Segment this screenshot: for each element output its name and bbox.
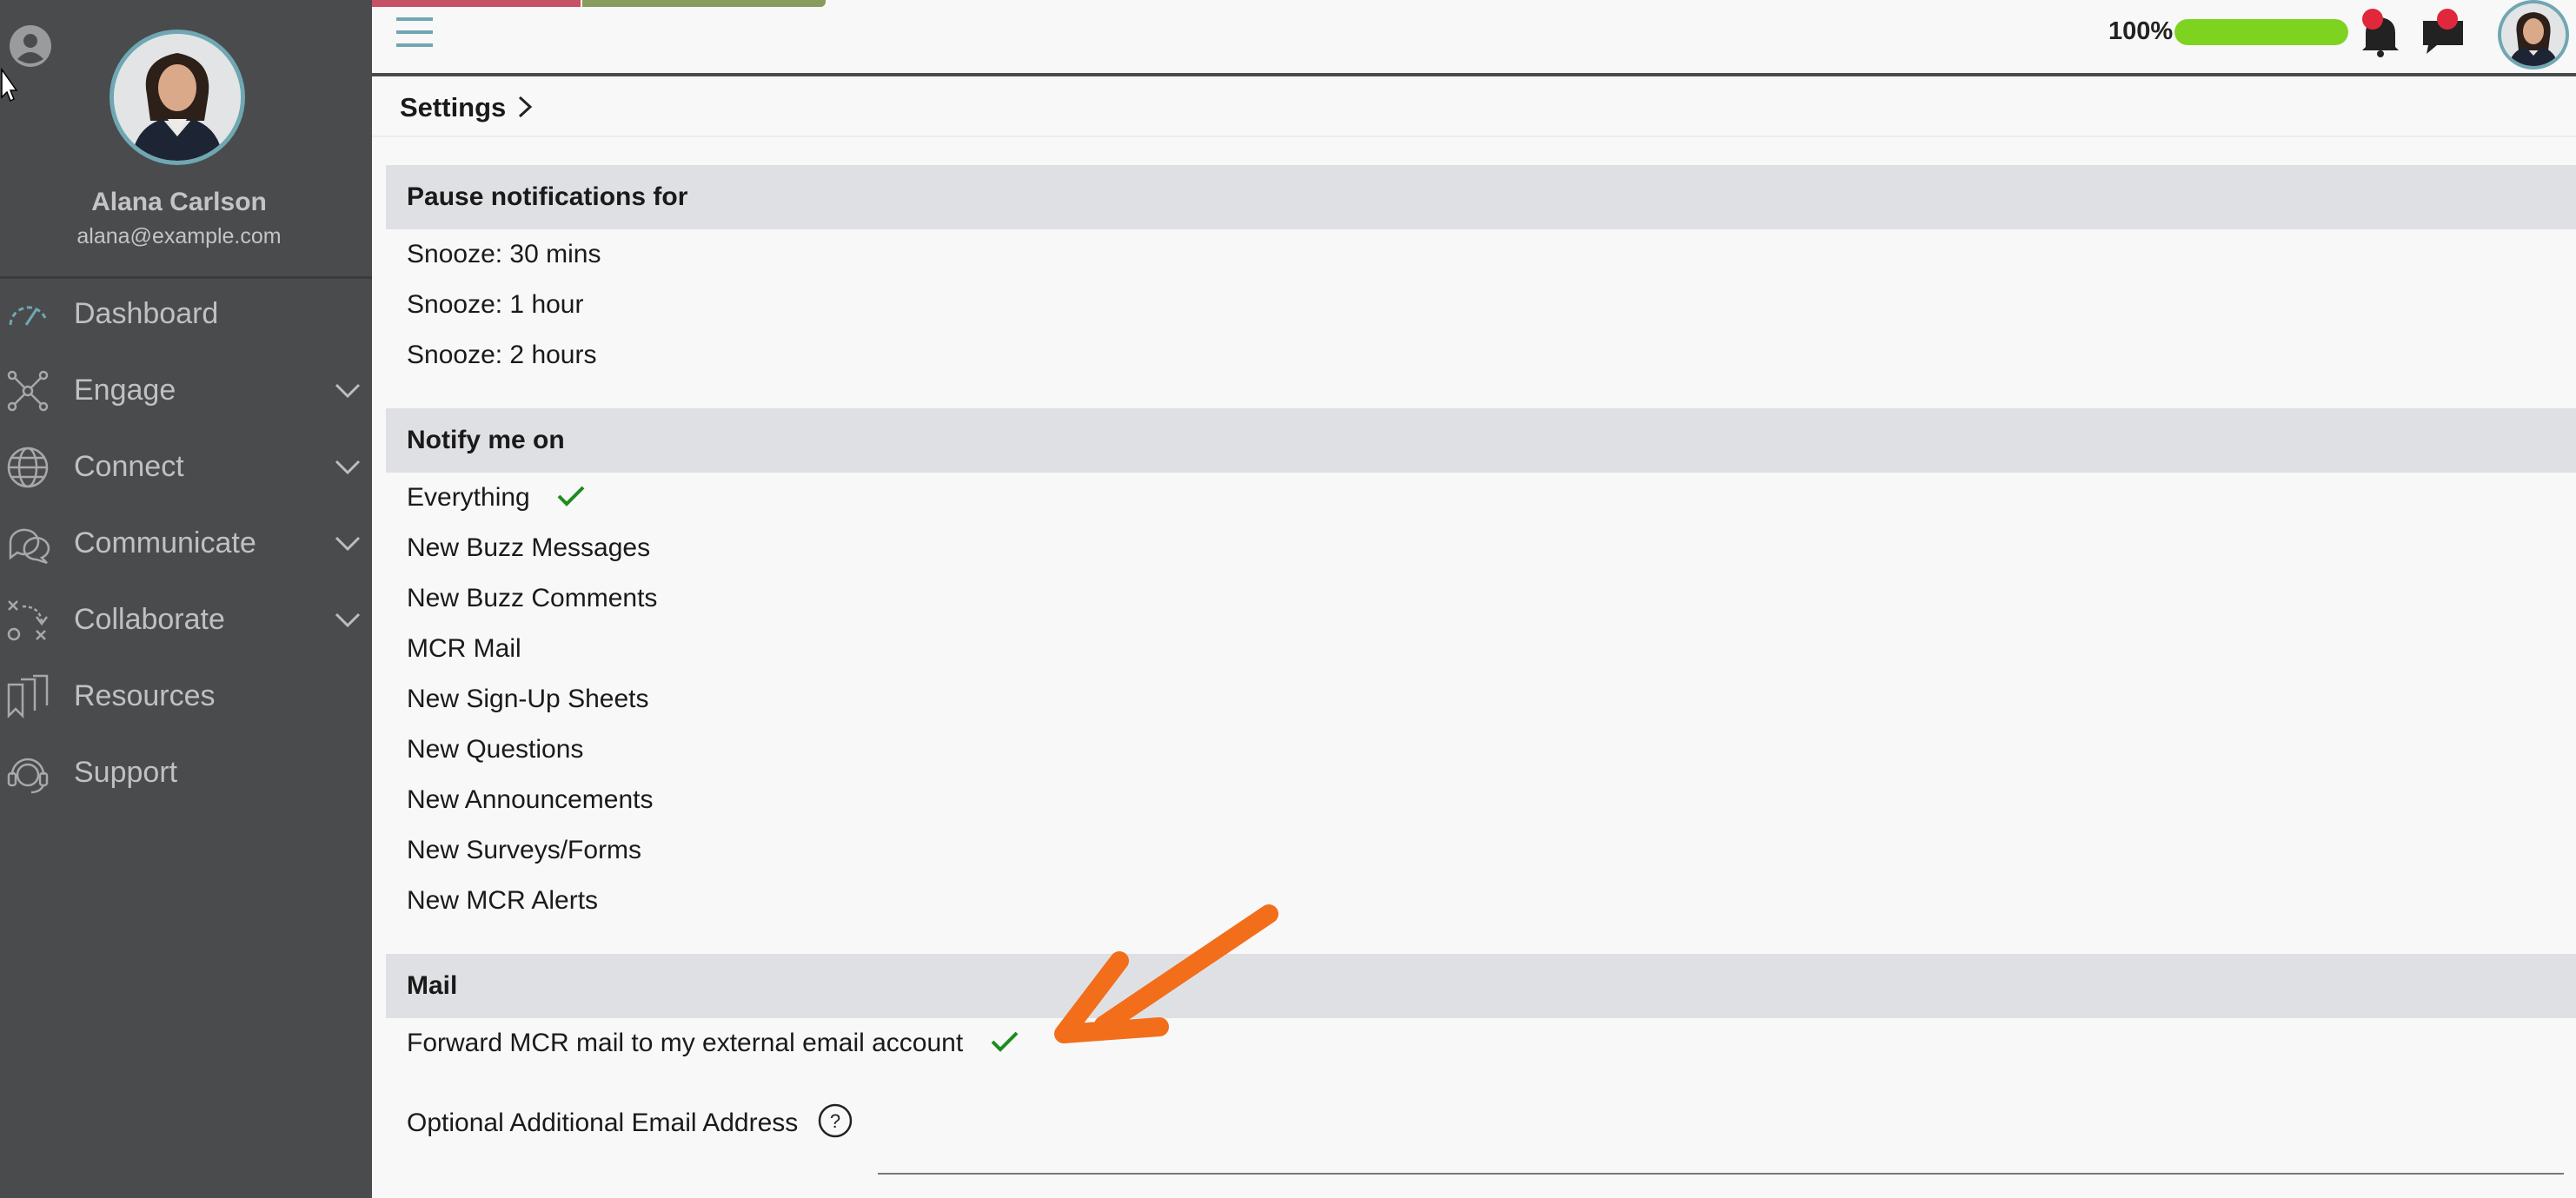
chevron-down-icon[interactable] bbox=[334, 610, 362, 631]
user-email: alana@example.com bbox=[76, 224, 282, 248]
bookmarks-icon bbox=[7, 674, 49, 719]
snooze-1-hour-option[interactable]: Snooze: 1 hour bbox=[407, 290, 583, 335]
checkmark-icon bbox=[991, 1031, 1018, 1052]
section-title: Mail bbox=[407, 971, 458, 1000]
globe-icon bbox=[7, 447, 49, 488]
section-header-notify: Notify me on bbox=[386, 408, 2576, 473]
notify-mcr-mail-option[interactable]: MCR Mail bbox=[407, 634, 521, 679]
user-circle-icon[interactable] bbox=[9, 24, 52, 68]
section-title: Notify me on bbox=[407, 426, 565, 454]
sidebar-item-collaborate[interactable]: Collaborate bbox=[0, 586, 372, 655]
breadcrumb-settings[interactable]: Settings bbox=[400, 92, 506, 123]
chevron-down-icon[interactable] bbox=[334, 457, 362, 478]
section-header-mail: Mail bbox=[386, 954, 2576, 1018]
option-label: Forward MCR mail to my external email ac… bbox=[407, 1029, 964, 1057]
sidebar-item-label: Dashboard bbox=[74, 297, 219, 330]
notifications-bell-icon[interactable] bbox=[2357, 7, 2404, 59]
user-avatar[interactable] bbox=[2498, 0, 2569, 69]
notify-buzz-messages-option[interactable]: New Buzz Messages bbox=[407, 533, 650, 579]
sidebar-item-label: Engage bbox=[74, 374, 176, 407]
sidebar-item-label: Collaborate bbox=[74, 603, 225, 636]
notify-sign-up-sheets-option[interactable]: New Sign-Up Sheets bbox=[407, 685, 648, 730]
chevron-down-icon[interactable] bbox=[334, 381, 362, 401]
strategy-icon bbox=[7, 600, 48, 641]
chevron-right-icon bbox=[518, 96, 533, 118]
sidebar-avatar[interactable] bbox=[110, 30, 245, 165]
sidebar: Alana Carlson alana@example.com Dashboar… bbox=[0, 0, 372, 1198]
hand-cursor-icon bbox=[1, 68, 17, 103]
snooze-2-hours-option[interactable]: Snooze: 2 hours bbox=[407, 341, 596, 386]
progress-fill bbox=[2174, 19, 2348, 45]
profile-completion-bar bbox=[2174, 19, 2348, 45]
sidebar-item-label: Support bbox=[74, 756, 178, 789]
svg-text:?: ? bbox=[829, 1110, 840, 1132]
option-label: Everything bbox=[407, 483, 530, 512]
user-name: Alana Carlson bbox=[91, 188, 267, 216]
hamburger-menu-icon[interactable] bbox=[395, 14, 435, 50]
sidebar-item-label: Communicate bbox=[74, 526, 256, 559]
breadcrumb: Settings bbox=[372, 76, 2576, 137]
checkmark-icon bbox=[557, 486, 585, 506]
tab-indicator-green[interactable] bbox=[582, 0, 826, 7]
section-header-pause: Pause notifications for bbox=[386, 165, 2576, 229]
additional-email-label: Optional Additional Email Address bbox=[407, 1109, 799, 1137]
notify-buzz-comments-option[interactable]: New Buzz Comments bbox=[407, 584, 657, 629]
notify-surveys-forms-option[interactable]: New Surveys/Forms bbox=[407, 836, 641, 881]
sidebar-item-engage[interactable]: Engage bbox=[0, 356, 372, 426]
additional-email-label-row: Optional Additional Email Address ? bbox=[407, 1103, 853, 1154]
top-bar: 100% bbox=[372, 0, 2576, 76]
sidebar-item-support[interactable]: Support bbox=[0, 738, 372, 808]
sidebar-item-label: Connect bbox=[74, 450, 184, 483]
section-title: Pause notifications for bbox=[407, 182, 688, 211]
headset-icon bbox=[7, 758, 49, 794]
sidebar-item-resources[interactable]: Resources bbox=[0, 662, 372, 731]
sidebar-item-label: Resources bbox=[74, 679, 216, 712]
chevron-down-icon[interactable] bbox=[334, 533, 362, 554]
messages-chat-icon[interactable] bbox=[2418, 7, 2468, 59]
additional-email-input[interactable] bbox=[878, 1173, 2564, 1175]
notify-mcr-alerts-option[interactable]: New MCR Alerts bbox=[407, 886, 598, 931]
chat-bubbles-icon bbox=[9, 528, 50, 565]
forward-mail-option[interactable]: Forward MCR mail to my external email ac… bbox=[407, 1029, 1019, 1074]
sidebar-divider bbox=[0, 276, 372, 279]
notify-everything-option[interactable]: Everything bbox=[407, 483, 586, 528]
sidebar-item-dashboard[interactable]: Dashboard bbox=[0, 280, 372, 349]
notify-announcements-option[interactable]: New Announcements bbox=[407, 785, 654, 831]
profile-completion-label: 100% bbox=[2108, 17, 2174, 45]
snooze-30-mins-option[interactable]: Snooze: 30 mins bbox=[407, 240, 601, 285]
help-question-icon[interactable]: ? bbox=[818, 1103, 853, 1138]
sidebar-item-connect[interactable]: Connect bbox=[0, 433, 372, 502]
annotation-arrow-icon bbox=[1054, 904, 1278, 1043]
sidebar-item-communicate[interactable]: Communicate bbox=[0, 509, 372, 579]
tab-indicator-red[interactable] bbox=[372, 0, 581, 7]
network-icon bbox=[7, 370, 49, 412]
gauge-icon bbox=[9, 306, 47, 326]
notify-questions-option[interactable]: New Questions bbox=[407, 735, 583, 780]
